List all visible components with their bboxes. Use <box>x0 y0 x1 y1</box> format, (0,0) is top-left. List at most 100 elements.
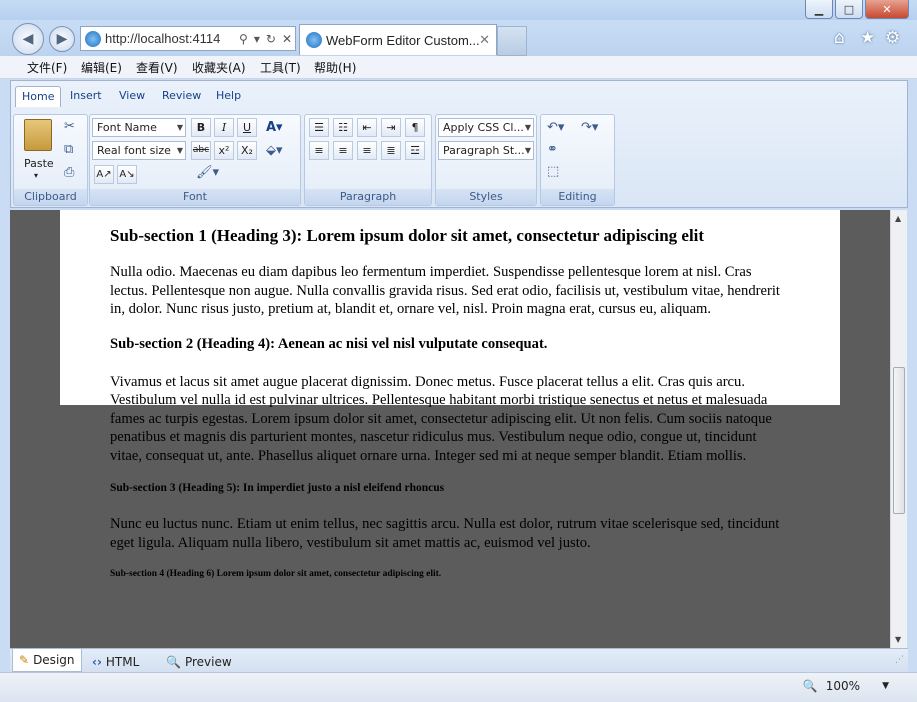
favorites-star-icon[interactable]: ★ <box>860 28 875 48</box>
outdent-button[interactable]: ⇤ <box>357 118 377 137</box>
shrink-font-button[interactable]: A↘ <box>117 165 137 184</box>
clipboard-group: Paste ▾ ✂ ⧉ ⎙ Clipboard <box>13 114 88 206</box>
undo-icon[interactable]: ↶▾ <box>547 120 564 135</box>
tab-insert[interactable]: Insert <box>70 89 102 102</box>
font-name-select[interactable]: Font Name ▼ <box>92 118 186 137</box>
numbered-list-button[interactable]: ☷ <box>333 118 353 137</box>
menu-tools[interactable]: 工具(T) <box>260 59 301 76</box>
copy-icon[interactable]: ⧉ <box>64 142 73 157</box>
address-bar[interactable]: http://localhost:4114 ⚲ ▾ ↻ ✕ <box>80 26 296 51</box>
editor-content-area[interactable]: Sub-section 1 (Heading 3): Lorem ipsum d… <box>10 210 890 648</box>
italic-button[interactable]: I <box>214 118 234 137</box>
menu-favorites[interactable]: 收藏夹(A) <box>192 59 246 76</box>
home-icon[interactable]: ⌂ <box>834 28 845 48</box>
dropdown-icon[interactable]: ▾ <box>254 32 260 46</box>
stop-icon[interactable]: ✕ <box>282 32 292 46</box>
new-tab-button[interactable] <box>497 26 527 56</box>
select-all-icon[interactable]: ⬚ <box>547 164 559 179</box>
editing-group-label: Editing <box>541 189 614 205</box>
paste-icon[interactable] <box>24 119 52 151</box>
html-mode-tab[interactable]: ‹› HTML <box>92 652 139 671</box>
print-icon[interactable]: ⎙ <box>64 165 74 180</box>
subscript-button[interactable]: X₂ <box>237 141 257 160</box>
css-class-value: Apply CSS Cl... <box>443 121 524 134</box>
heading-3: Sub-section 1 (Heading 3): Lorem ipsum d… <box>110 226 705 245</box>
ribbon-toolbar: Home Insert View Review Help Paste ▾ ✂ ⧉… <box>10 80 908 208</box>
format-painter-icon[interactable]: 🖌▾ <box>196 165 219 180</box>
tab-close-icon[interactable]: ✕ <box>479 32 490 48</box>
paste-dropdown-icon[interactable]: ▾ <box>34 171 38 180</box>
find-icon[interactable]: ⚭ <box>547 142 558 157</box>
tab-view[interactable]: View <box>119 89 145 102</box>
bold-button[interactable]: B <box>191 118 211 137</box>
highlight-color-icon[interactable]: ⬙▾ <box>266 143 283 158</box>
scrollbar-thumb[interactable] <box>893 367 905 514</box>
zoom-dropdown-icon[interactable]: ▼ <box>882 681 889 691</box>
strikethrough-button[interactable]: abc <box>191 141 211 160</box>
preview-mode-label: Preview <box>184 654 232 669</box>
tab-help[interactable]: Help <box>216 89 241 102</box>
tab-review[interactable]: Review <box>162 89 201 102</box>
back-button[interactable]: ◀ <box>12 23 44 55</box>
maximize-button[interactable]: □ <box>835 0 863 19</box>
mode-tab-bar: ✎ Design ‹› HTML 🔍 Preview ⋰ <box>10 648 908 673</box>
preview-mode-tab[interactable]: 🔍 Preview <box>166 652 232 671</box>
html-mode-label: HTML <box>105 654 140 669</box>
redo-icon[interactable]: ↷▾ <box>581 120 598 135</box>
forward-arrow-icon: ▶ <box>56 31 68 47</box>
menu-edit[interactable]: 编辑(E) <box>81 59 122 76</box>
heading-4: Sub-section 2 (Heading 4): Aenean ac nis… <box>110 335 548 352</box>
bullet-list-button[interactable]: ☰ <box>309 118 329 137</box>
tab-page-icon <box>306 32 322 48</box>
browser-tab[interactable]: WebForm Editor Custom... ✕ <box>299 24 497 55</box>
clipboard-group-label: Clipboard <box>14 189 87 205</box>
close-button[interactable]: ✕ <box>865 0 909 19</box>
tab-home[interactable]: Home <box>15 86 62 107</box>
refresh-icon[interactable]: ↻ <box>266 32 276 46</box>
magnifier-icon: 🔍 <box>166 654 181 669</box>
chevron-down-icon: ▼ <box>176 146 183 155</box>
font-name-value: Font Name <box>97 121 157 134</box>
styles-group-label: Styles <box>436 189 536 205</box>
justify-button[interactable]: ≣ <box>381 141 401 160</box>
align-left-button[interactable]: ≡ <box>309 141 329 160</box>
design-mode-tab[interactable]: ✎ Design <box>12 649 82 672</box>
paragraph-style-select[interactable]: Paragraph St... ▼ <box>438 141 534 160</box>
address-url[interactable]: http://localhost:4114 <box>105 31 236 46</box>
heading-6: Sub-section 4 (Heading 6) Lorem ipsum do… <box>110 569 442 579</box>
font-color-icon[interactable]: A▾ <box>266 120 283 135</box>
paragraph-group: ☰ ☷ ⇤ ⇥ ¶ ≡ ≡ ≡ ≣ ☲ Paragraph <box>304 114 432 206</box>
forward-button[interactable]: ▶ <box>49 26 75 52</box>
editor-scrollbar[interactable]: ▲ ▼ <box>890 210 907 648</box>
minimize-button[interactable]: ▁ <box>805 0 833 19</box>
menu-help[interactable]: 帮助(H) <box>314 59 356 76</box>
paste-button[interactable]: Paste <box>24 157 54 170</box>
zoom-control[interactable]: 🔍 100% ▼ <box>803 679 889 693</box>
superscript-button[interactable]: x² <box>214 141 234 160</box>
document-content[interactable]: Sub-section 1 (Heading 3): Lorem ipsum d… <box>110 226 790 579</box>
text-direction-button[interactable]: ☲ <box>405 141 425 160</box>
menu-file[interactable]: 文件(F) <box>27 59 67 76</box>
scroll-up-icon[interactable]: ▲ <box>895 214 901 223</box>
scroll-down-icon[interactable]: ▼ <box>895 635 901 644</box>
css-class-select[interactable]: Apply CSS Cl... ▼ <box>438 118 534 137</box>
browser-status-bar: 🔍 100% ▼ <box>0 672 917 702</box>
indent-button[interactable]: ⇥ <box>381 118 401 137</box>
chevron-down-icon: ▼ <box>524 123 531 132</box>
font-group: Font Name ▼ Real font size ▼ B I U A▾ abc … <box>89 114 301 206</box>
cut-icon[interactable]: ✂ <box>64 119 75 134</box>
font-group-label: Font <box>90 189 300 205</box>
browser-nav-bar: ◀ ▶ http://localhost:4114 ⚲ ▾ ↻ ✕ WebFor… <box>0 20 917 56</box>
font-size-select[interactable]: Real font size ▼ <box>92 141 186 160</box>
grow-font-button[interactable]: A↗ <box>94 165 114 184</box>
styles-group: Apply CSS Cl... ▼ Paragraph St... ▼ Styles <box>435 114 537 206</box>
paragraph-mark-button[interactable]: ¶ <box>405 118 425 137</box>
search-icon[interactable]: ⚲ <box>239 32 248 46</box>
menu-view[interactable]: 查看(V) <box>136 59 178 76</box>
gear-icon[interactable]: ⚙ <box>885 28 900 48</box>
resize-grip-icon[interactable]: ⋰ <box>895 655 904 665</box>
align-center-button[interactable]: ≡ <box>333 141 353 160</box>
editing-group: ↶▾ ↷▾ ⚭ ⬚ Editing <box>540 114 615 206</box>
underline-button[interactable]: U <box>237 118 257 137</box>
align-right-button[interactable]: ≡ <box>357 141 377 160</box>
